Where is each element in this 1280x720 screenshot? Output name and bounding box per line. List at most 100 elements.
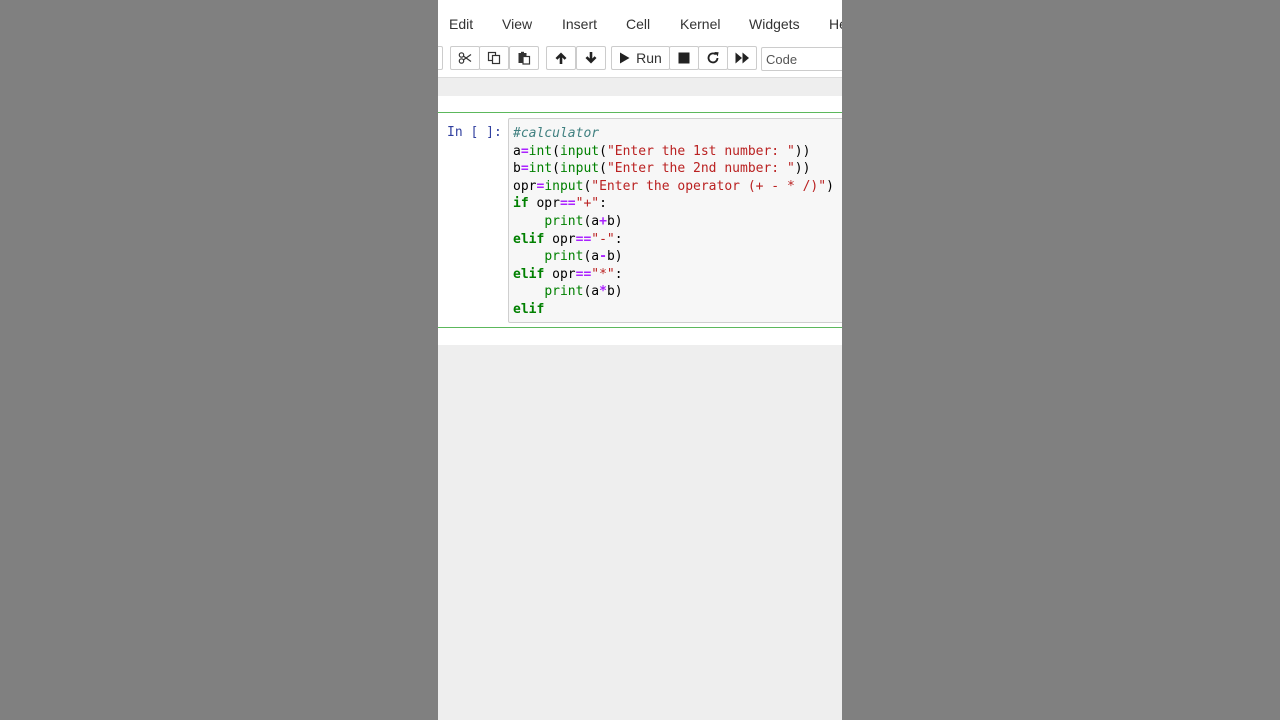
code-token: : [614,231,623,247]
run-button[interactable]: Run [611,46,670,70]
arrow-up-icon [554,51,568,65]
code-token: : [599,196,607,212]
code-line: print(a+b) [513,213,834,231]
code-token: == [559,196,576,212]
move-down-button[interactable] [576,46,606,70]
notebook-viewport: Edit View Insert Cell Kernel Widgets He [438,0,842,720]
play-icon [619,52,630,64]
input-prompt: In [ ]: [447,125,502,140]
code-token: (a [583,249,600,265]
code-token: print [544,213,584,229]
code-token: b [513,161,521,177]
code-token: b) [606,284,623,300]
code-line: print(a*b) [513,283,834,301]
menu-widgets[interactable]: Widgets [749,16,800,32]
copy-button[interactable] [479,46,509,70]
code-token: if [513,196,529,212]
code-token: ( [552,143,560,159]
code-token: ( [552,161,560,177]
code-line: if opr=="+": [513,195,834,213]
interrupt-button[interactable] [669,46,699,70]
code-line: b=int(input("Enter the 2nd number: ")) [513,160,834,178]
code-token: opr [544,266,576,282]
code-token: + [599,213,607,229]
code-line: #calculator [513,125,834,143]
fast-forward-icon [735,52,750,64]
restart-button[interactable] [698,46,728,70]
menu-kernel[interactable]: Kernel [680,16,720,32]
code-token: input [559,143,600,159]
code-token: "*" [591,266,615,282]
cell-type-select[interactable]: Code [761,47,842,71]
code-token: b) [606,249,623,265]
code-token: print [544,284,584,300]
copy-icon [487,51,501,65]
code-token: "Enter the 1st number: " [606,143,795,159]
code-token: elif [513,266,545,282]
code-token: elif [513,301,545,317]
code-token: - [599,249,607,265]
code-token: input [544,178,584,194]
code-token: = [520,161,529,177]
code-lines[interactable]: #calculator a=int(input("Enter the 1st nu… [513,125,834,319]
notebook-top-strip [438,96,842,113]
code-token: ( [599,161,607,177]
code-token: opr [544,231,576,247]
code-token: )) [794,161,811,177]
cut-button[interactable] [450,46,480,70]
code-token: print [544,249,584,265]
code-token: "Enter the operator (+ - * /)" [591,178,827,194]
notebook-container: In [ ]: #calculator a=int(input("Enter th… [438,113,842,345]
arrow-down-icon [584,51,598,65]
code-token: == [575,231,592,247]
code-token: ) [826,178,834,194]
code-token: int [528,161,553,177]
code-token: elif [513,231,545,247]
move-up-button[interactable] [546,46,576,70]
code-token: ( [599,143,607,159]
code-token: = [520,143,529,159]
code-token: "+" [575,196,600,212]
code-token: )) [794,143,811,159]
paste-icon [517,51,531,65]
menu-cell[interactable]: Cell [626,16,650,32]
notebook-header: Edit View Insert Cell Kernel Widgets He [438,0,842,78]
menubar: Edit View Insert Cell Kernel Widgets He [438,8,842,40]
code-token: b) [606,213,623,229]
code-token: (a [583,213,600,229]
menu-insert[interactable]: Insert [562,16,597,32]
restart-icon [706,51,720,65]
code-token: input [559,161,600,177]
code-token: (a [583,284,600,300]
code-token: == [575,266,592,282]
code-token: "-" [591,231,615,247]
code-line: elif [513,301,834,319]
code-editor[interactable]: #calculator a=int(input("Enter the 1st nu… [508,118,842,323]
restart-run-all-button[interactable] [727,46,757,70]
code-line: opr=input("Enter the operator (+ - * /)"… [513,178,834,196]
code-token: : [614,266,623,282]
paste-button[interactable] [509,46,539,70]
stop-icon [678,52,690,64]
menu-edit[interactable]: Edit [449,16,473,32]
code-token: #calculator [513,126,600,141]
code-line: a=int(input("Enter the 1st number: ")) [513,143,834,161]
code-token: opr [528,196,560,212]
code-line: elif opr=="*": [513,266,834,284]
toolbar: Run Code [438,46,842,72]
menu-view[interactable]: View [502,16,532,32]
code-token: a [513,143,521,159]
code-token: "Enter the 2nd number: " [606,161,795,177]
code-line: elif opr=="-": [513,231,834,249]
code-token: int [528,143,553,159]
menu-help[interactable]: He [829,16,842,32]
save-button[interactable] [438,46,443,70]
code-line: print(a-b) [513,248,834,266]
code-cell[interactable]: In [ ]: #calculator a=int(input("Enter th… [438,113,842,328]
run-label: Run [636,50,662,66]
code-token: opr [513,178,537,194]
code-token: * [599,284,607,300]
